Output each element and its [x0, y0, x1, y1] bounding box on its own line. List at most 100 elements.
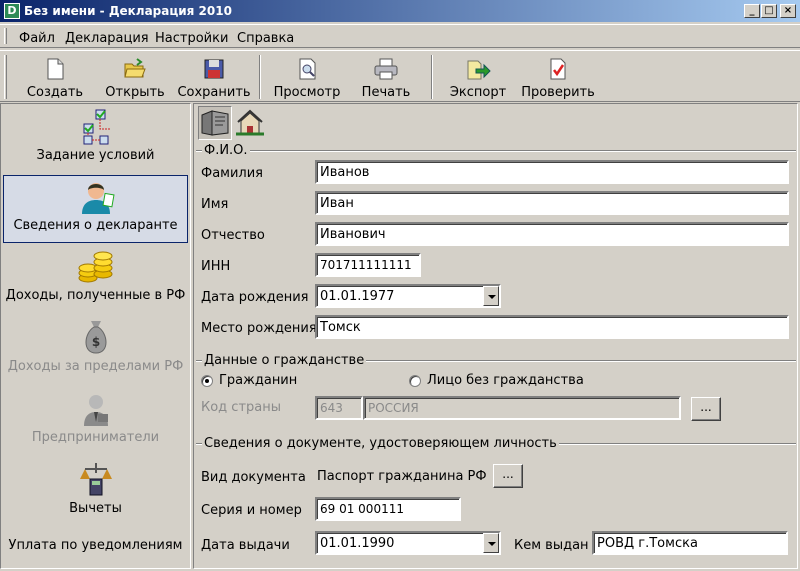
calculator-icon	[79, 463, 112, 496]
export-button[interactable]: Экспорт	[446, 55, 510, 101]
person-icon	[81, 183, 115, 214]
new-button-label: Создать	[26, 85, 84, 100]
chevron-down-icon[interactable]	[483, 533, 499, 553]
stateless-label[interactable]: Лицо без гражданства	[427, 373, 584, 388]
sidebar-item-declarant[interactable]: Сведения о декларанте	[3, 175, 188, 243]
open-button[interactable]: Открыть	[102, 55, 168, 101]
sidebar: Задание условий Сведения о декларанте До…	[0, 103, 191, 569]
menu-grip[interactable]	[4, 28, 7, 44]
close-button[interactable]: ×	[780, 4, 796, 18]
inn-input[interactable]: 701711111111	[315, 253, 421, 277]
check-button-label: Проверить	[521, 85, 595, 100]
floppy-disk-icon	[204, 59, 224, 79]
tab-personal[interactable]	[198, 106, 232, 140]
menu-bar: Файл Декларация Настройки Справка	[0, 24, 800, 48]
inn-label: ИНН	[201, 259, 231, 274]
svg-text:$: $	[91, 335, 99, 349]
country-code-input: 643	[315, 396, 363, 420]
issue-date-label: Дата выдачи	[201, 538, 290, 553]
sidebar-item-label: Задание условий	[36, 148, 155, 163]
new-button[interactable]: Создать	[22, 55, 88, 101]
printer-icon	[374, 58, 398, 80]
money-bag-icon: $	[85, 321, 106, 354]
fio-legend: Ф.И.О.	[202, 143, 250, 158]
country-browse-button[interactable]: ...	[691, 397, 721, 421]
check-document-icon	[550, 58, 566, 80]
citizenship-legend: Данные о гражданстве	[202, 353, 367, 368]
flowchart-icon	[83, 109, 110, 145]
surname-label: Фамилия	[201, 166, 263, 181]
sidebar-item-label: Предприниматели	[31, 430, 160, 445]
minimize-button[interactable]: _	[744, 4, 760, 18]
toolbar: Создать Открыть Сохранить Просмотр Печат…	[0, 50, 800, 102]
businessman-icon	[83, 395, 108, 426]
birth-date-label: Дата рождения	[201, 290, 309, 305]
toolbar-separator	[431, 55, 433, 99]
name-input[interactable]: Иван	[315, 191, 789, 215]
print-button-label: Печать	[361, 85, 411, 100]
sidebar-item-label: Уплата по уведомлениям	[8, 538, 183, 553]
country-name-input: РОССИЯ	[363, 396, 681, 420]
id-card-icon	[201, 110, 229, 136]
preview-button-label: Просмотр	[273, 85, 341, 100]
main-panel: Ф.И.О. Фамилия Иванов Имя Иван Отчество …	[193, 103, 798, 569]
toolbar-separator	[259, 55, 261, 99]
birth-date-select[interactable]: 01.01.1977	[315, 284, 501, 308]
save-button-label: Сохранить	[177, 85, 251, 100]
toolbar-grip[interactable]	[4, 55, 7, 99]
export-button-label: Экспорт	[449, 85, 507, 100]
open-folder-icon	[124, 58, 146, 78]
citizen-label[interactable]: Гражданин	[219, 373, 297, 388]
menu-settings[interactable]: Настройки	[155, 31, 228, 46]
issued-by-input[interactable]: РОВД г.Томска	[592, 531, 788, 555]
title-bar: D Без имени - Декларация 2010 _ □ ×	[0, 0, 800, 22]
new-document-icon	[47, 58, 64, 80]
menu-help[interactable]: Справка	[237, 31, 294, 46]
stateless-radio[interactable]	[409, 375, 421, 387]
chevron-down-icon[interactable]	[483, 286, 499, 306]
issued-by-label: Кем выдан	[514, 538, 589, 553]
doc-type-browse-button[interactable]: ...	[493, 464, 523, 488]
citizen-radio[interactable]	[201, 375, 213, 387]
sidebar-item-entrepreneurs[interactable]: Предприниматели	[3, 388, 188, 456]
sidebar-item-label: Доходы, полученные в РФ	[5, 288, 186, 303]
house-icon	[236, 109, 264, 136]
export-icon	[467, 60, 491, 80]
preview-button[interactable]: Просмотр	[270, 55, 344, 101]
sidebar-item-income-rf[interactable]: Доходы, полученные в РФ	[3, 246, 188, 314]
sidebar-item-notifications[interactable]: Уплата по уведомлениям	[3, 530, 188, 560]
menu-declaration[interactable]: Декларация	[65, 31, 149, 46]
issue-date-select[interactable]: 01.01.1990	[315, 531, 501, 555]
series-input[interactable]: 69 01 000111	[315, 497, 461, 521]
app-icon: D	[4, 3, 20, 19]
country-code-label: Код страны	[201, 400, 282, 415]
save-button[interactable]: Сохранить	[176, 55, 252, 101]
coins-icon	[78, 251, 112, 283]
doc-type-label: Вид документа	[201, 470, 306, 485]
birth-date-value: 01.01.1977	[320, 289, 395, 304]
patronymic-input[interactable]: Иванович	[315, 222, 789, 246]
birth-place-input[interactable]: Томск	[315, 315, 789, 339]
surname-input[interactable]: Иванов	[315, 160, 789, 184]
series-label: Серия и номер	[201, 503, 302, 518]
print-button[interactable]: Печать	[356, 55, 416, 101]
window-title: Без имени - Декларация 2010	[24, 4, 232, 18]
sidebar-item-label: Доходы за пределами РФ	[7, 359, 184, 374]
doc-type-value: Паспорт гражданина РФ	[315, 465, 487, 489]
sidebar-item-label: Вычеты	[69, 501, 122, 516]
tab-address[interactable]	[234, 106, 268, 140]
sidebar-item-income-abroad[interactable]: $ Доходы за пределами РФ	[3, 317, 188, 385]
sidebar-item-deductions[interactable]: Вычеты	[3, 459, 188, 527]
name-label: Имя	[201, 197, 229, 212]
sidebar-item-conditions[interactable]: Задание условий	[3, 106, 188, 174]
birth-place-label: Место рождения	[201, 321, 317, 336]
maximize-button[interactable]: □	[761, 4, 777, 18]
window-controls: _ □ ×	[744, 4, 796, 18]
issue-date-value: 01.01.1990	[320, 536, 395, 551]
menu-file[interactable]: Файл	[19, 31, 55, 46]
open-button-label: Открыть	[105, 85, 165, 100]
document-legend: Сведения о документе, удостоверяющем лич…	[202, 436, 559, 451]
patronymic-label: Отчество	[201, 228, 265, 243]
check-button[interactable]: Проверить	[520, 55, 596, 101]
preview-icon	[299, 58, 316, 80]
